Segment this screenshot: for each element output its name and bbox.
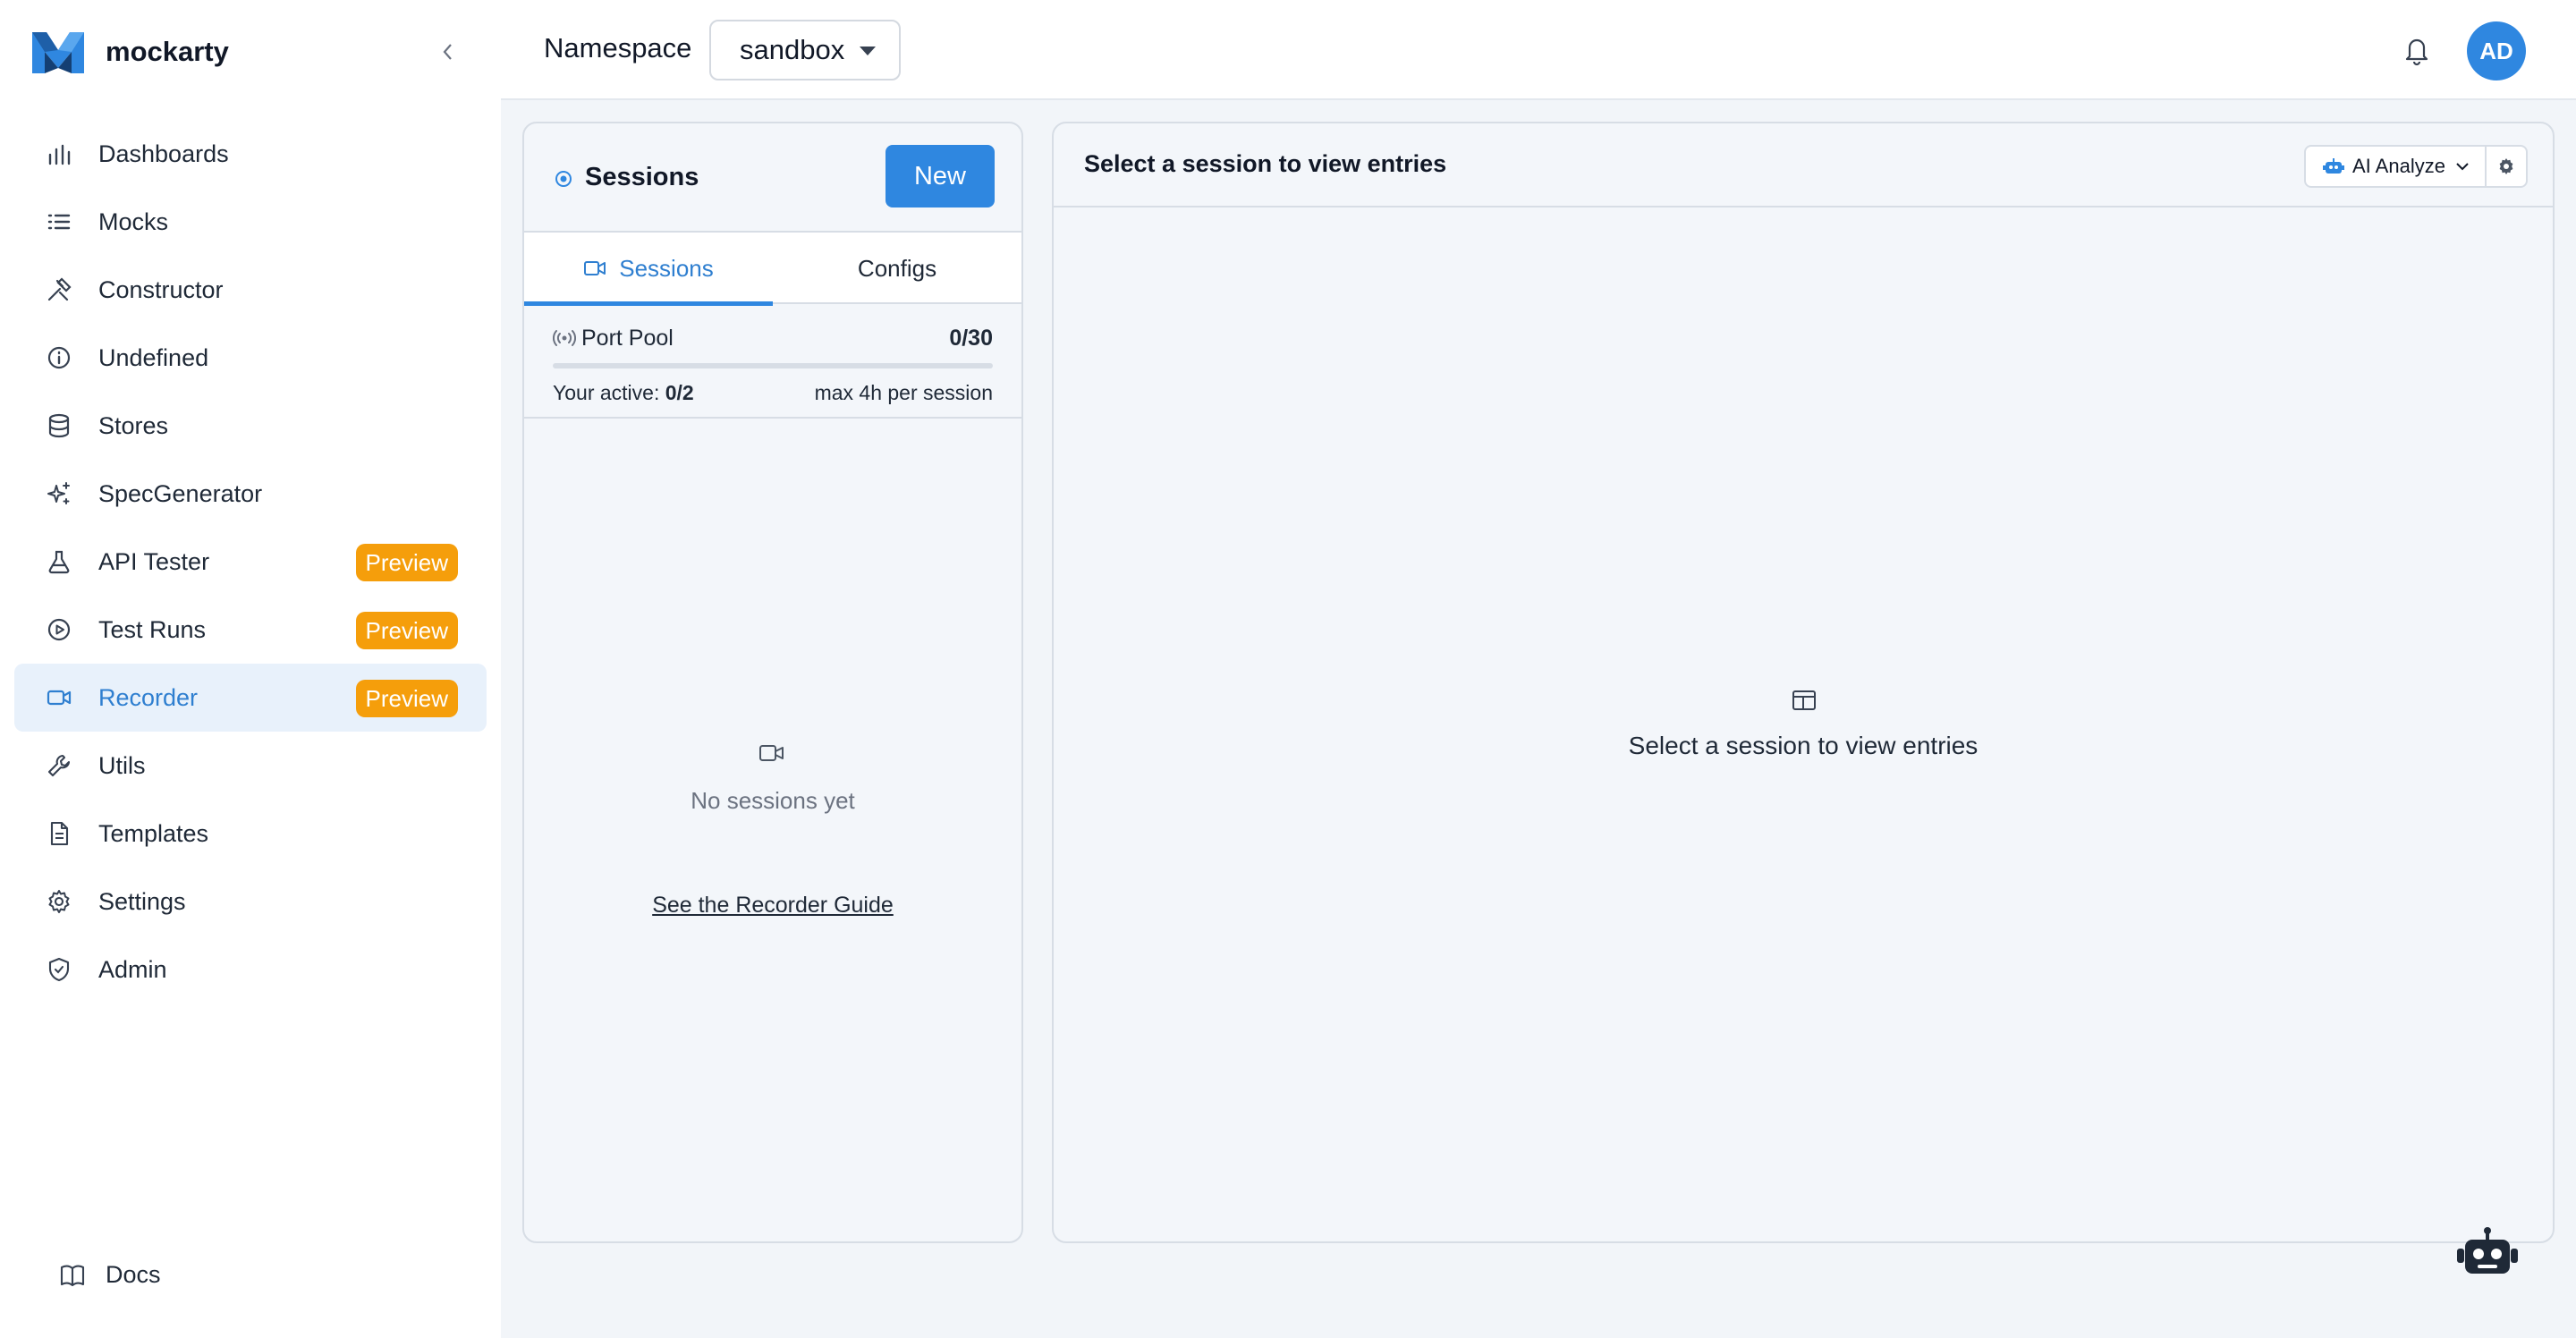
sidebar-item-label: Dashboards	[98, 140, 229, 167]
app-root: mockarty Dashboards Mocks Constructor Un…	[0, 0, 2576, 1338]
chevron-down-icon	[2456, 163, 2469, 171]
bell-icon[interactable]	[2399, 32, 2435, 68]
sidebar-item-label: Templates	[98, 819, 209, 847]
info-icon	[45, 343, 73, 372]
ai-analyze-group: AI Analyze	[2304, 145, 2528, 188]
docs-link[interactable]: Docs	[59, 1261, 161, 1289]
robot-icon	[2323, 158, 2344, 174]
sidebar-item-stores[interactable]: Stores	[14, 392, 487, 460]
tab-label: Sessions	[619, 254, 714, 282]
sidebar-item-constructor[interactable]: Constructor	[14, 256, 487, 324]
broadcast-icon	[553, 330, 576, 346]
gear-icon	[45, 887, 73, 916]
sidebar-item-label: API Tester	[98, 547, 210, 575]
active-sessions-text: Your active: 0/2	[553, 381, 694, 405]
video-icon	[759, 745, 784, 761]
sessions-panel-header: Sessions New	[524, 123, 1021, 233]
entries-panel: Select a session to view entries AI Anal…	[1052, 122, 2555, 1243]
ai-assistant-robot-icon[interactable]	[2456, 1227, 2519, 1277]
sidebar-item-test-runs[interactable]: Test Runs Preview	[14, 596, 487, 664]
sidebar-item-specgenerator[interactable]: SpecGenerator	[14, 460, 487, 528]
sidebar-item-admin[interactable]: Admin	[14, 936, 487, 1004]
sidebar-item-label: Stores	[98, 411, 169, 439]
tab-label: Configs	[857, 254, 937, 282]
caret-down-icon	[860, 47, 876, 55]
wrench-icon	[45, 751, 73, 780]
gear-icon	[2499, 158, 2513, 174]
sidebar-nav: Dashboards Mocks Constructor Undefined S…	[14, 120, 487, 1004]
entries-panel-title: Select a session to view entries	[1084, 150, 1447, 177]
table-icon	[1792, 690, 1816, 710]
port-pool-label: Port Pool	[581, 326, 674, 351]
sessions-tabs: Sessions Configs	[524, 233, 1021, 306]
bar-chart-icon	[45, 140, 73, 168]
tab-sessions[interactable]: Sessions	[524, 233, 773, 306]
topbar: Namespace sandbox AD	[501, 0, 2576, 100]
preview-badge: Preview	[355, 612, 458, 649]
sidebar-item-templates[interactable]: Templates	[14, 800, 487, 868]
ai-analyze-label: AI Analyze	[2352, 155, 2445, 177]
namespace-label: Namespace	[544, 32, 692, 64]
sidebar-item-label: Test Runs	[98, 615, 207, 643]
book-icon	[60, 1265, 85, 1286]
port-pool-progress	[553, 363, 993, 368]
sidebar-item-label: Constructor	[98, 275, 224, 303]
chevron-left-icon	[443, 44, 452, 60]
tools-icon	[45, 275, 73, 304]
active-sessions-value: 0/2	[665, 381, 694, 404]
sidebar-item-dashboards[interactable]: Dashboards	[14, 120, 487, 188]
sessions-panel-title: Sessions	[585, 163, 699, 191]
video-icon	[584, 261, 606, 275]
sidebar-item-label: SpecGenerator	[98, 479, 263, 507]
max-duration-text: max 4h per session	[814, 381, 993, 404]
sidebar-item-label: Admin	[98, 955, 167, 983]
video-icon	[45, 683, 73, 712]
sidebar-item-settings[interactable]: Settings	[14, 868, 487, 936]
sidebar-item-label: Mocks	[98, 207, 169, 235]
shield-icon	[45, 955, 73, 984]
collapse-sidebar-button[interactable]	[433, 36, 462, 68]
entries-panel-header: Select a session to view entries AI Anal…	[1054, 123, 2553, 207]
sidebar-item-label: Undefined	[98, 343, 209, 371]
sidebar-item-mocks[interactable]: Mocks	[14, 188, 487, 256]
sidebar-item-recorder[interactable]: Recorder Preview	[14, 664, 487, 732]
play-circle-icon	[45, 615, 73, 644]
database-icon	[45, 411, 73, 440]
sparkles-icon	[45, 479, 73, 508]
sidebar-item-label: Settings	[98, 887, 186, 915]
ai-settings-button[interactable]	[2487, 147, 2526, 186]
mockarty-logo-icon	[32, 32, 84, 73]
namespace-select[interactable]: sandbox	[709, 20, 901, 80]
sidebar-item-undefined[interactable]: Undefined	[14, 324, 487, 392]
active-sessions-prefix: Your active:	[553, 381, 660, 404]
sidebar-item-label: Recorder	[98, 683, 199, 711]
brand[interactable]: mockarty	[30, 27, 229, 77]
new-session-button[interactable]: New	[886, 145, 995, 207]
sidebar-item-utils[interactable]: Utils	[14, 732, 487, 800]
preview-badge: Preview	[355, 680, 458, 717]
sessions-panel: Sessions New Sessions Configs Port Pool …	[522, 122, 1023, 1243]
port-pool: Port Pool 0/30 Your active: 0/2 max 4h p…	[524, 304, 1021, 419]
port-pool-count: 0/30	[949, 326, 993, 351]
list-icon	[45, 207, 73, 236]
select-session-text: Select a session to view entries	[1628, 732, 1979, 759]
file-icon	[45, 819, 73, 848]
user-avatar[interactable]: AD	[2467, 21, 2526, 80]
docs-label: Docs	[106, 1261, 161, 1288]
sidebar-item-api-tester[interactable]: API Tester Preview	[14, 528, 487, 596]
preview-badge: Preview	[355, 544, 458, 581]
sidebar: mockarty Dashboards Mocks Constructor Un…	[0, 0, 501, 1338]
brand-name: mockarty	[106, 36, 229, 67]
tab-configs[interactable]: Configs	[773, 233, 1021, 304]
flask-icon	[45, 547, 73, 576]
sidebar-item-label: Utils	[98, 751, 146, 779]
record-icon	[555, 171, 572, 187]
no-sessions-text: No sessions yet	[691, 787, 855, 814]
ai-analyze-button[interactable]: AI Analyze	[2306, 147, 2487, 186]
namespace-value: sandbox	[740, 34, 845, 65]
recorder-guide-link[interactable]: See the Recorder Guide	[524, 893, 1021, 919]
